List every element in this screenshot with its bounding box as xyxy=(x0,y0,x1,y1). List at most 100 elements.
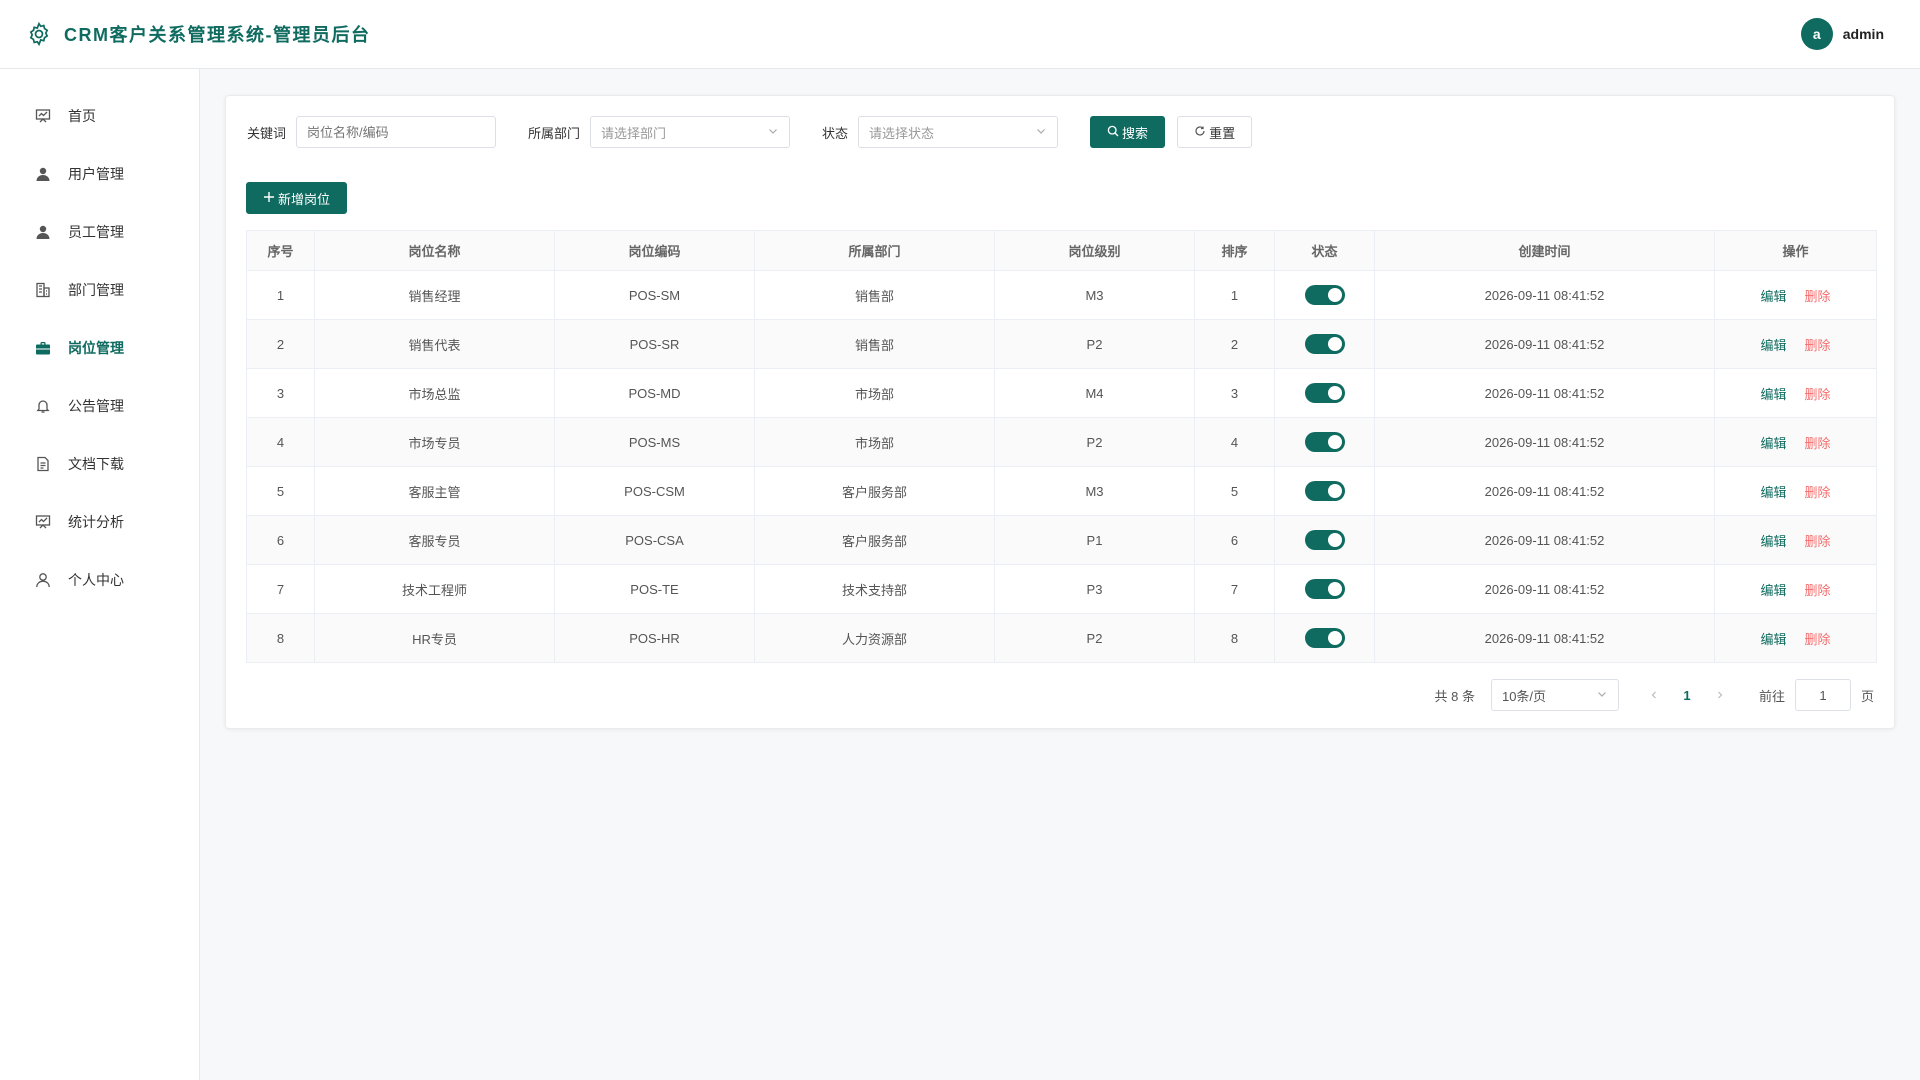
table-row: 8 HR专员 POS-HR 人力资源部 P2 8 2026-09-11 08:41:52 编辑… xyxy=(246,613,1877,663)
sidebar-item-positions[interactable]: 岗位管理 xyxy=(0,319,199,377)
user-outline-icon xyxy=(34,571,52,589)
chevron-down-icon xyxy=(1035,125,1047,140)
edit-button[interactable]: 编辑 xyxy=(1760,338,1786,353)
cell-actions: 编辑 删除 xyxy=(1714,613,1877,663)
status-toggle[interactable] xyxy=(1304,285,1345,305)
top-header: CRM客户关系管理系统-管理员后台 a admin xyxy=(0,0,1920,69)
page-number-current[interactable]: 1 xyxy=(1665,688,1709,703)
table-row: 3 市场总监 POS-MD 市场部 M4 3 2026-09-11 08:41:52 编辑 删除 xyxy=(246,368,1877,418)
edit-button[interactable]: 编辑 xyxy=(1760,534,1786,549)
delete-button[interactable]: 删除 xyxy=(1805,485,1831,500)
cell-status xyxy=(1274,613,1375,663)
cell-sort: 5 xyxy=(1194,466,1275,516)
cell-name: 销售代表 xyxy=(314,319,555,369)
delete-button[interactable]: 删除 xyxy=(1805,632,1831,647)
pagination: 共 8 条 10条/页 1 前往 页 xyxy=(1435,679,1874,711)
edit-button[interactable]: 编辑 xyxy=(1760,632,1786,647)
prev-page-icon[interactable] xyxy=(1643,688,1665,703)
column-header: 岗位名称 xyxy=(314,230,555,271)
status-toggle[interactable] xyxy=(1304,530,1345,550)
column-header: 操作 xyxy=(1714,230,1877,271)
goto-page-input[interactable] xyxy=(1794,679,1851,711)
cell-dept: 销售部 xyxy=(754,270,995,320)
page-suffix: 页 xyxy=(1860,688,1874,704)
cell-status xyxy=(1274,515,1375,565)
cell-code: POS-TE xyxy=(554,564,755,614)
username[interactable]: admin xyxy=(1843,26,1884,42)
document-icon xyxy=(34,455,52,473)
status-toggle[interactable] xyxy=(1304,481,1345,501)
page-size-select[interactable]: 10条/页 xyxy=(1490,679,1619,711)
cell-sort: 4 xyxy=(1194,417,1275,467)
cell-level: P3 xyxy=(994,564,1195,614)
status-toggle[interactable] xyxy=(1304,628,1345,648)
status-label: 状态 xyxy=(822,125,849,141)
brand: CRM客户关系管理系统-管理员后台 xyxy=(26,21,371,47)
sidebar-item-statistics[interactable]: 统计分析 xyxy=(0,493,199,551)
delete-button[interactable]: 删除 xyxy=(1805,583,1831,598)
cell-dept: 客户服务部 xyxy=(754,466,995,516)
building-icon xyxy=(34,281,52,299)
cell-dept: 技术支持部 xyxy=(754,564,995,614)
cell-status xyxy=(1274,564,1375,614)
table-row: 1 销售经理 POS-SM 销售部 M3 1 2026-09-11 08:41:52 编辑 删除 xyxy=(246,270,1877,320)
cell-name: HR专员 xyxy=(314,613,555,663)
cell-level: M3 xyxy=(994,270,1195,320)
cell-sort: 8 xyxy=(1194,613,1275,663)
status-toggle[interactable] xyxy=(1304,432,1345,452)
cell-no: 6 xyxy=(246,515,315,565)
status-toggle[interactable] xyxy=(1304,579,1345,599)
cell-dept: 人力资源部 xyxy=(754,613,995,663)
user-menu[interactable]: a admin xyxy=(1800,18,1884,50)
edit-button[interactable]: 编辑 xyxy=(1760,289,1786,304)
cell-code: POS-MS xyxy=(554,417,755,467)
edit-button[interactable]: 编辑 xyxy=(1760,485,1786,500)
cell-created: 2026-09-11 08:41:52 xyxy=(1374,466,1715,516)
status-toggle[interactable] xyxy=(1304,334,1345,354)
keyword-input[interactable] xyxy=(296,116,497,148)
sidebar-item-announcements[interactable]: 公告管理 xyxy=(0,377,199,435)
keyword-label: 关键词 xyxy=(247,125,287,141)
status-select[interactable]: 请选择状态 xyxy=(858,116,1059,148)
sidebar-item-users[interactable]: 用户管理 xyxy=(0,145,199,203)
cell-created: 2026-09-11 08:41:52 xyxy=(1374,613,1715,663)
avatar[interactable]: a xyxy=(1800,18,1833,50)
cell-status xyxy=(1274,368,1375,418)
cell-dept: 市场部 xyxy=(754,417,995,467)
next-page-icon[interactable] xyxy=(1709,688,1731,703)
delete-button[interactable]: 删除 xyxy=(1805,436,1831,451)
table-row: 4 市场专员 POS-MS 市场部 P2 4 2026-09-11 08:41:52 编辑 删除 xyxy=(246,417,1877,467)
sidebar-item-home[interactable]: 首页 xyxy=(0,87,199,145)
dept-select[interactable]: 请选择部门 xyxy=(590,116,791,148)
cell-dept: 市场部 xyxy=(754,368,995,418)
delete-button[interactable]: 删除 xyxy=(1805,387,1831,402)
cell-no: 8 xyxy=(246,613,315,663)
add-position-button[interactable]: 新增岗位 xyxy=(246,182,348,214)
cell-created: 2026-09-11 08:41:52 xyxy=(1374,368,1715,418)
sidebar-item-profile[interactable]: 个人中心 xyxy=(0,551,199,609)
edit-button[interactable]: 编辑 xyxy=(1760,583,1786,598)
sidebar-item-label: 用户管理 xyxy=(68,166,124,182)
edit-button[interactable]: 编辑 xyxy=(1760,436,1786,451)
cell-code: POS-SM xyxy=(554,270,755,320)
reset-button[interactable]: 重置 xyxy=(1177,116,1253,148)
sidebar-item-employees[interactable]: 员工管理 xyxy=(0,203,199,261)
cell-no: 1 xyxy=(246,270,315,320)
cell-no: 5 xyxy=(246,466,315,516)
sidebar-item-label: 文档下载 xyxy=(68,456,124,472)
sidebar-item-departments[interactable]: 部门管理 xyxy=(0,261,199,319)
cell-code: POS-CSA xyxy=(554,515,755,565)
cell-status xyxy=(1274,466,1375,516)
search-button-label: 搜索 xyxy=(1122,125,1149,141)
briefcase-icon xyxy=(34,339,52,357)
cell-status xyxy=(1274,319,1375,369)
edit-button[interactable]: 编辑 xyxy=(1760,387,1786,402)
column-header: 状态 xyxy=(1274,230,1375,271)
search-button[interactable]: 搜索 xyxy=(1090,116,1166,148)
status-toggle[interactable] xyxy=(1304,383,1345,403)
cell-name: 客服专员 xyxy=(314,515,555,565)
delete-button[interactable]: 删除 xyxy=(1805,338,1831,353)
delete-button[interactable]: 删除 xyxy=(1805,289,1831,304)
sidebar-item-documents[interactable]: 文档下载 xyxy=(0,435,199,493)
delete-button[interactable]: 删除 xyxy=(1805,534,1831,549)
